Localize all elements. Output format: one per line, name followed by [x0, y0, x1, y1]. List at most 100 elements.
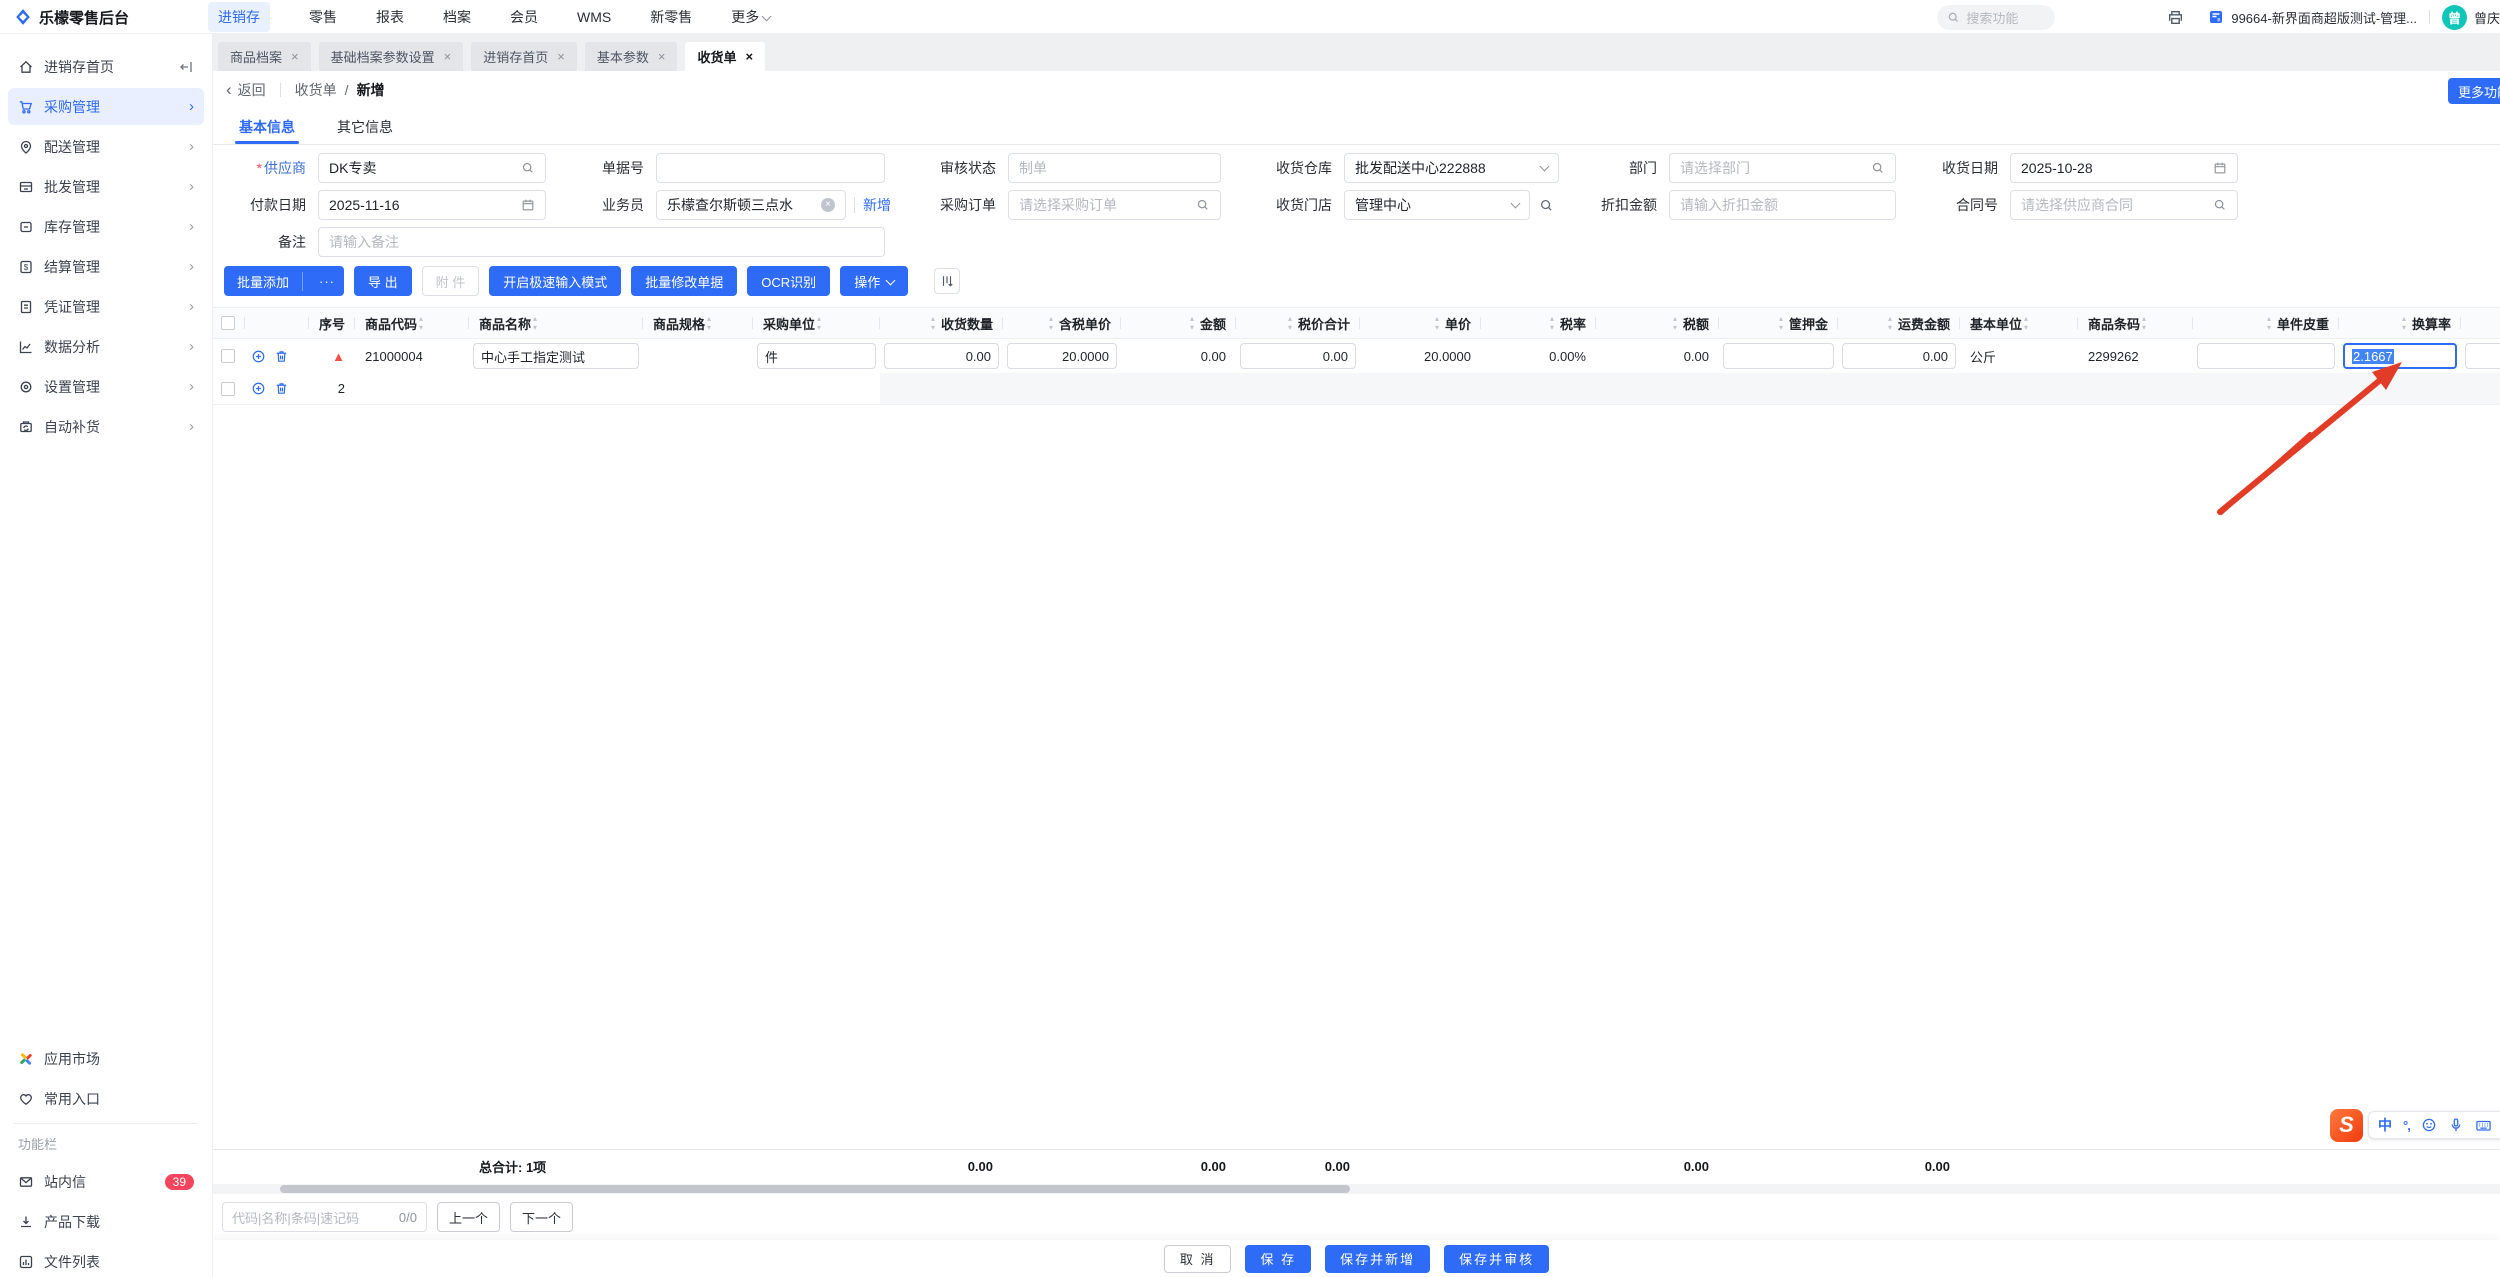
sidebar-item-stock[interactable]: 库存管理 ›	[8, 208, 204, 245]
sidebar-item-delivery[interactable]: 配送管理 ›	[8, 128, 204, 165]
close-icon[interactable]: ×	[745, 49, 753, 64]
purchase-unit-input[interactable]: 件	[757, 343, 876, 369]
batch-add-more-button[interactable]: ···	[310, 274, 344, 289]
row-checkbox[interactable]	[221, 349, 235, 363]
tax-price-input[interactable]: 20.0000	[1007, 343, 1117, 369]
sogou-logo-icon[interactable]: S	[2330, 1108, 2363, 1142]
next-button[interactable]: 下一个	[510, 1202, 574, 1232]
col-header-freight[interactable]: 运费金额	[1838, 308, 1960, 338]
sidebar-item-auto-replenish[interactable]: 自动补货 ›	[8, 408, 204, 445]
search-icon[interactable]	[1196, 198, 1210, 212]
sort-icon[interactable]	[1672, 314, 1682, 332]
nav-item-wms[interactable]: WMS	[577, 9, 611, 25]
purchase-order-input[interactable]: 请选择采购订单	[1008, 190, 1221, 220]
nav-item-retail[interactable]: 零售	[309, 7, 337, 27]
sidebar-item-analytics[interactable]: 数据分析 ›	[8, 328, 204, 365]
tax-total-input[interactable]: 0.00	[1240, 343, 1356, 369]
calendar-icon[interactable]	[2213, 161, 2227, 175]
more-functions-button[interactable]: 更多功能	[2448, 78, 2500, 104]
conversion-rate-input[interactable]: 2.1667	[2343, 343, 2457, 369]
ime-punctuation-icon[interactable]: °,	[2403, 1118, 2411, 1133]
sort-icon[interactable]	[418, 314, 428, 332]
salesman-input[interactable]: 乐檬查尔斯顿三点水 ×	[656, 190, 846, 220]
col-header-purchase-unit[interactable]: 采购单位	[753, 308, 880, 338]
breadcrumb-parent[interactable]: 收货单	[295, 80, 337, 100]
clear-icon[interactable]: ×	[821, 198, 835, 212]
col-header-price[interactable]: 单价	[1360, 308, 1481, 338]
sort-icon[interactable]	[1287, 314, 1297, 332]
emoji-icon[interactable]	[2421, 1117, 2437, 1133]
sort-icon[interactable]	[1189, 314, 1199, 332]
previous-button[interactable]: 上一个	[437, 1202, 501, 1232]
avatar[interactable]: 曾	[2442, 4, 2467, 30]
nav-item-members[interactable]: 会员	[510, 7, 538, 27]
sort-icon[interactable]	[1048, 314, 1058, 332]
row-search-input[interactable]: 代码|名称|条码|速记码 0/0	[222, 1202, 427, 1232]
select-all-checkbox[interactable]	[221, 316, 235, 330]
col-header-tax-price[interactable]: 含税单价	[1003, 308, 1121, 338]
close-icon[interactable]: ×	[557, 49, 565, 64]
sort-icon[interactable]	[532, 314, 542, 332]
warehouse-select[interactable]: 批发配送中心222888	[1344, 153, 1559, 183]
tab-basic-archive-params[interactable]: 基础档案参数设置 ×	[318, 42, 464, 71]
search-icon[interactable]	[1871, 161, 1885, 175]
tab-product-archive[interactable]: 商品档案 ×	[218, 42, 311, 71]
tab-other-info[interactable]: 其它信息	[337, 109, 393, 144]
sort-icon[interactable]	[2141, 314, 2151, 332]
supplier-input[interactable]: DK专卖	[318, 153, 546, 183]
collapse-sidebar-icon[interactable]	[178, 59, 194, 75]
sort-icon[interactable]	[816, 314, 826, 332]
sidebar-item-voucher[interactable]: 凭证管理 ›	[8, 288, 204, 325]
sort-icon[interactable]	[1549, 314, 1559, 332]
sort-icon[interactable]	[1887, 314, 1897, 332]
add-salesman-link[interactable]: 新增	[863, 195, 891, 215]
batch-add-button[interactable]: 批量添加 ···	[224, 266, 345, 296]
microphone-icon[interactable]	[2448, 1117, 2464, 1133]
nav-item-new-retail[interactable]: 新零售	[650, 7, 692, 27]
col-header-base-unit[interactable]: 基本单位	[1960, 308, 2078, 338]
store-select[interactable]: 管理中心	[1344, 190, 1530, 220]
cancel-button[interactable]: 取 消	[1163, 1244, 1232, 1273]
remark-input[interactable]: 请输入备注	[318, 227, 885, 257]
row-checkbox[interactable]	[221, 381, 235, 396]
sidebar-item-app-market[interactable]: 应用市场	[8, 1040, 204, 1077]
col-header-tax-amount[interactable]: 税额	[1596, 308, 1719, 338]
search-icon[interactable]	[2213, 198, 2227, 212]
organization-switcher[interactable]: 99664-新界面商超版测试-管理...	[2208, 8, 2417, 27]
col-header-received-qty[interactable]: 收货数量	[880, 308, 1003, 338]
sort-icon[interactable]	[1434, 314, 1444, 332]
sidebar-item-wholesale[interactable]: 批发管理 ›	[8, 168, 204, 205]
product-name-cell[interactable]	[469, 373, 643, 404]
back-button[interactable]: ‹ 返回	[226, 80, 266, 100]
tare-weight-input[interactable]	[2197, 343, 2335, 369]
col-header-spec[interactable]: 商品规格	[643, 308, 753, 338]
save-and-new-button[interactable]: 保存并新增	[1325, 1244, 1431, 1273]
col-header-tax-total[interactable]: 税价合计	[1236, 308, 1360, 338]
warning-icon[interactable]: ▲	[332, 349, 345, 364]
col-header-barcode[interactable]: 商品条码	[2078, 308, 2193, 338]
operate-dropdown-button[interactable]: 操作	[840, 266, 909, 296]
search-icon[interactable]	[521, 161, 535, 175]
scrollbar-thumb[interactable]	[280, 1185, 1350, 1193]
column-settings-button[interactable]	[934, 268, 961, 294]
sort-icon[interactable]	[930, 314, 940, 332]
nav-item-more[interactable]: 更多	[731, 7, 772, 27]
search-icon[interactable]	[1539, 198, 1554, 213]
tab-basic-params[interactable]: 基本参数 ×	[584, 42, 678, 71]
col-header-product-name[interactable]: 商品名称	[469, 308, 643, 338]
export-button[interactable]: 导 出	[354, 266, 412, 296]
extra-input[interactable]	[2465, 343, 2500, 369]
sidebar-item-purchase[interactable]: 采购管理 ›	[8, 88, 204, 125]
nav-item-inventory[interactable]: 进销存	[208, 2, 270, 32]
department-input[interactable]: 请选择部门	[1669, 153, 1896, 183]
sort-icon[interactable]	[2266, 314, 2276, 332]
basket-deposit-input[interactable]	[1723, 343, 1834, 369]
sidebar-item-settings[interactable]: 设置管理 ›	[8, 368, 204, 405]
close-icon[interactable]: ×	[291, 49, 299, 64]
nav-item-reports[interactable]: 报表	[376, 7, 404, 27]
sort-icon[interactable]	[2023, 314, 2033, 332]
freight-input[interactable]: 0.00	[1842, 343, 1956, 369]
nav-item-archives[interactable]: 档案	[443, 7, 471, 27]
printer-icon[interactable]	[2167, 9, 2184, 26]
col-header-amount[interactable]: 金额	[1121, 308, 1236, 338]
